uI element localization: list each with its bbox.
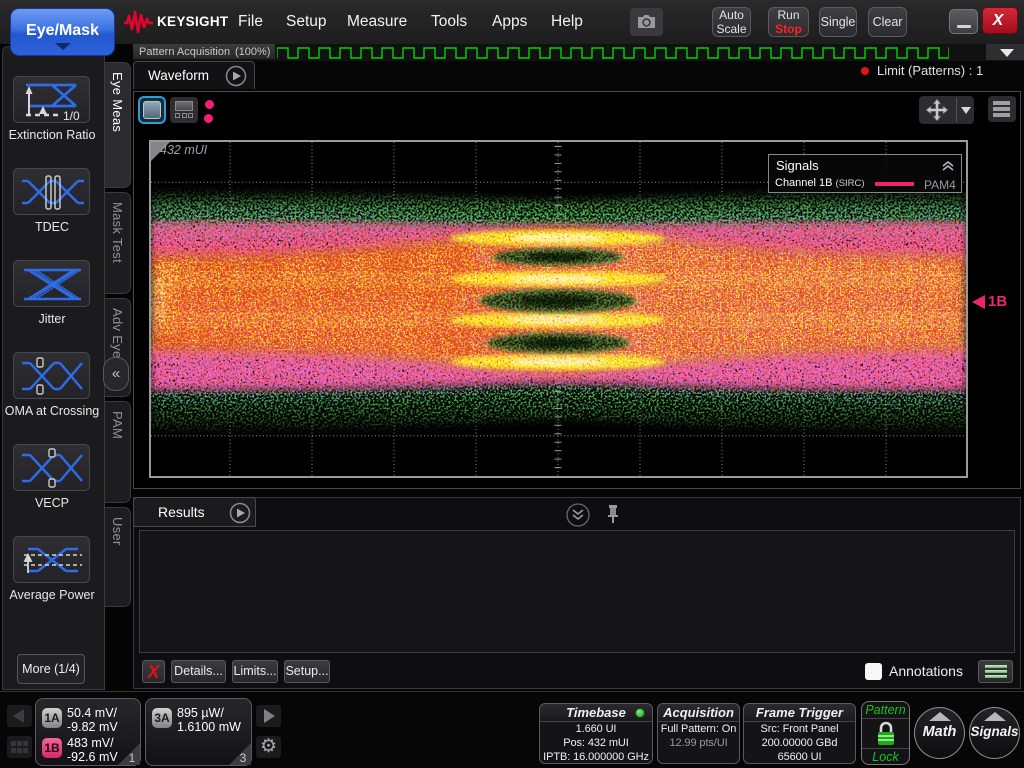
svg-text:3: 3 bbox=[240, 751, 247, 765]
svg-text:1: 1 bbox=[129, 751, 136, 765]
svg-text:1/0: 1/0 bbox=[63, 109, 80, 123]
